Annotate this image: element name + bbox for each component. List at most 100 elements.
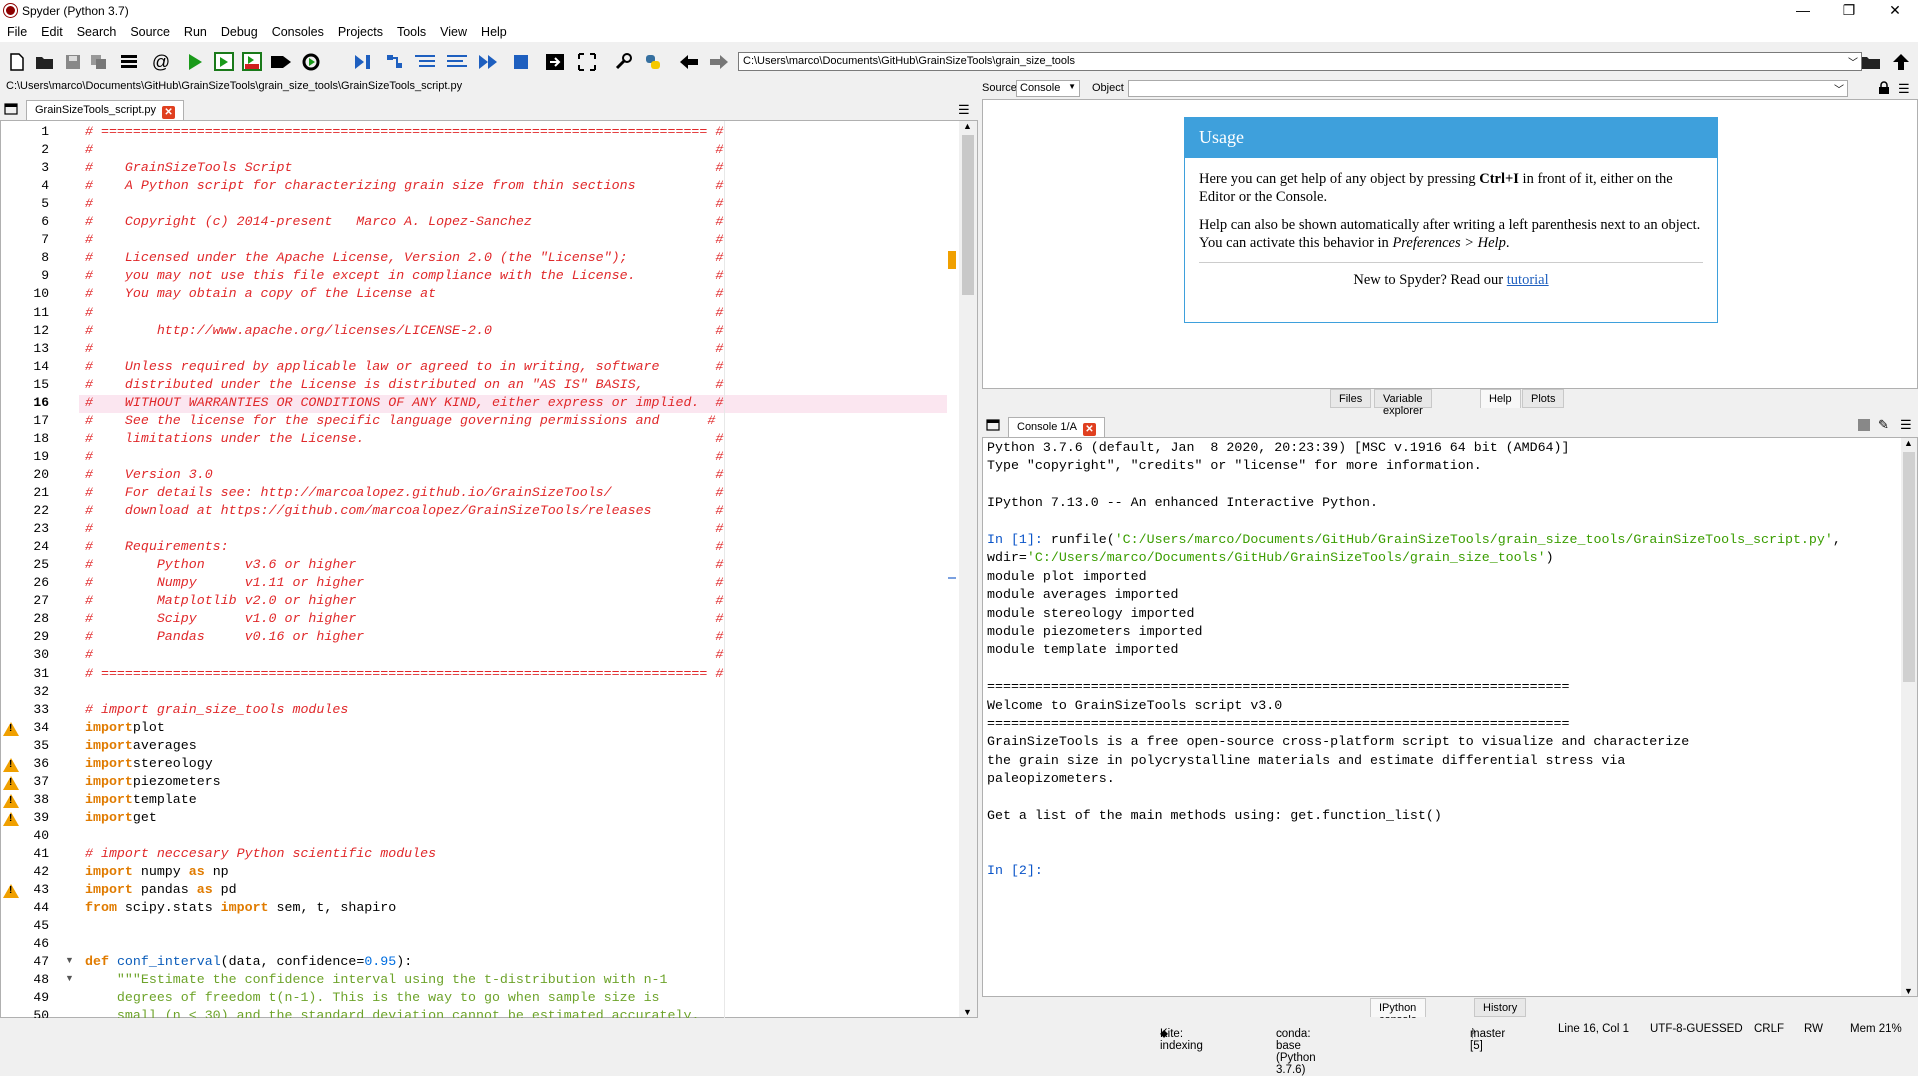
back-arrow-icon[interactable] <box>678 51 700 73</box>
ipython-console[interactable]: Python 3.7.6 (default, Jan 8 2020, 20:23… <box>982 437 1918 997</box>
run-icon[interactable] <box>184 51 206 73</box>
warning-icon[interactable] <box>3 757 19 772</box>
code-line: # distributed under the License is distr… <box>85 376 724 392</box>
menu-file[interactable]: File <box>0 22 34 39</box>
continue-icon[interactable] <box>478 51 500 73</box>
console-line: Welcome to GrainSizeTools script v3.0 <box>987 697 1283 713</box>
menu-source[interactable]: Source <box>123 22 177 39</box>
step-icon[interactable] <box>384 51 406 73</box>
close-window-button[interactable]: ✕ <box>1872 0 1918 22</box>
browse-directory-icon[interactable] <box>1860 51 1882 73</box>
step-return-icon[interactable] <box>446 51 468 73</box>
browse-tabs-icon[interactable] <box>986 419 1000 434</box>
code-line: # ======================================… <box>85 665 724 681</box>
tab-history[interactable]: History <box>1474 998 1527 1017</box>
menu-tools[interactable]: Tools <box>390 22 433 39</box>
editor-options-menu-icon[interactable]: ☰ <box>958 102 970 118</box>
tab-help[interactable]: Help <box>1480 389 1521 408</box>
warning-icon[interactable] <box>3 793 19 808</box>
read-write-status: RW <box>1804 1023 1823 1035</box>
editor-scrollbar[interactable]: ▲ ▼ <box>948 121 977 1017</box>
line-number: 19 <box>33 448 49 464</box>
preferences-wrench-icon[interactable] <box>612 51 634 73</box>
warning-icon[interactable] <box>3 775 19 790</box>
line-number: 12 <box>33 322 49 338</box>
line-number: 31 <box>33 665 49 681</box>
warning-icon[interactable] <box>3 884 19 899</box>
new-file-icon[interactable] <box>6 51 28 73</box>
tab-plots[interactable]: Plots <box>1522 389 1565 408</box>
code-line: # Copyright (c) 2014-present Marco A. Lo… <box>85 214 724 230</box>
line-number: 18 <box>33 430 49 446</box>
menu-run[interactable]: Run <box>177 22 214 39</box>
save-file-icon[interactable] <box>62 51 84 73</box>
scroll-down-icon[interactable]: ▼ <box>1904 986 1913 996</box>
chevron-down-icon[interactable]: ﹀ <box>1834 81 1844 96</box>
console-line: IPython 7.13.0 -- An enhanced Interactiv… <box>987 495 1378 511</box>
step-into-icon[interactable] <box>414 51 436 73</box>
open-file-icon[interactable] <box>34 51 56 73</box>
fullscreen-icon[interactable] <box>576 51 598 73</box>
line-number: 30 <box>33 647 49 663</box>
minimize-button[interactable]: — <box>1780 0 1826 22</box>
tab-grainsizetools-script[interactable]: GrainSizeTools_script.py ✕ <box>26 100 185 120</box>
menu-view[interactable]: View <box>433 22 474 39</box>
working-directory-combo[interactable]: C:\Users\marco\Documents\GitHub\GrainSiz… <box>738 52 1862 71</box>
tutorial-link[interactable]: tutorial <box>1507 272 1549 288</box>
tab-ipython-console[interactable]: IPython console <box>1370 998 1426 1026</box>
rerun-icon[interactable] <box>300 51 322 73</box>
tab-variable-explorer[interactable]: Variable explorer <box>1374 389 1432 417</box>
browse-tabs-icon[interactable] <box>4 103 18 118</box>
menu-help[interactable]: Help <box>474 22 514 39</box>
line-number: 44 <box>33 900 49 916</box>
menu-consoles[interactable]: Consoles <box>265 22 331 39</box>
fold-arrow-icon[interactable]: ▼ <box>65 955 74 965</box>
line-number: 47 <box>33 954 49 970</box>
parent-directory-icon[interactable] <box>1890 51 1912 73</box>
scroll-up-icon[interactable]: ▲ <box>963 121 972 131</box>
save-all-icon[interactable] <box>88 51 110 73</box>
python-path-icon[interactable] <box>642 51 664 73</box>
object-input[interactable]: ﹀ <box>1128 80 1848 97</box>
run-cell-advance-icon[interactable] <box>242 51 264 73</box>
forward-arrow-icon[interactable] <box>708 51 730 73</box>
fold-arrow-icon[interactable]: ▼ <box>65 973 74 983</box>
run-cell-icon[interactable] <box>214 51 236 73</box>
menu-search[interactable]: Search <box>70 22 124 39</box>
source-label: Source <box>982 82 1017 94</box>
git-status-text: master [5] <box>1470 1028 1506 1052</box>
at-sign-icon[interactable]: @ <box>150 51 172 73</box>
warning-icon[interactable] <box>3 721 19 736</box>
console-options-menu-icon[interactable]: ☰ <box>1900 417 1912 433</box>
run-selection-icon[interactable] <box>270 51 292 73</box>
menu-debug[interactable]: Debug <box>214 22 265 39</box>
console-line: the grain size in polycrystalline materi… <box>987 752 1626 768</box>
scroll-up-icon[interactable]: ▲ <box>1904 438 1913 448</box>
console-scrollbar-thumb[interactable] <box>1903 452 1915 682</box>
code-line: # # <box>85 142 724 158</box>
editor-scrollbar-thumb[interactable] <box>962 135 974 295</box>
options-menu-icon[interactable]: ☰ <box>1898 81 1910 97</box>
scroll-down-icon[interactable]: ▼ <box>963 1007 972 1017</box>
stop-debug-icon[interactable] <box>510 51 532 73</box>
browse-tabs-icon[interactable] <box>118 51 140 73</box>
restore-button[interactable]: ❐ <box>1826 0 1872 22</box>
code-line: # Version 3.0 # <box>85 466 724 482</box>
clear-console-eraser-icon[interactable]: ✎ <box>1878 417 1889 433</box>
line-number: 28 <box>33 611 49 627</box>
console-scrollbar[interactable]: ▲ ▼ <box>1901 438 1917 996</box>
tab-files[interactable]: Files <box>1330 389 1372 408</box>
close-tab-icon[interactable]: ✕ <box>162 106 176 119</box>
debug-icon[interactable] <box>352 51 374 73</box>
stop-kernel-icon[interactable] <box>1858 419 1870 431</box>
close-tab-icon[interactable]: ✕ <box>1082 423 1096 436</box>
lock-icon[interactable] <box>1878 81 1890 98</box>
code-editor[interactable]: 1 2 3 4 5 6 7 8 9 10 11 12 13 14 15 16 17 18 19 20 21 22 23 24 2… <box>0 120 978 1023</box>
menu-edit[interactable]: Edit <box>34 22 70 39</box>
chevron-down-icon[interactable]: ﹀ <box>1848 54 1858 69</box>
source-select[interactable]: Console ▼ <box>1016 80 1080 97</box>
menu-projects[interactable]: Projects <box>331 22 390 39</box>
tab-console-1a[interactable]: Console 1/A ✕ <box>1008 417 1105 437</box>
warning-icon[interactable] <box>3 811 19 826</box>
maximize-pane-icon[interactable] <box>544 51 566 73</box>
